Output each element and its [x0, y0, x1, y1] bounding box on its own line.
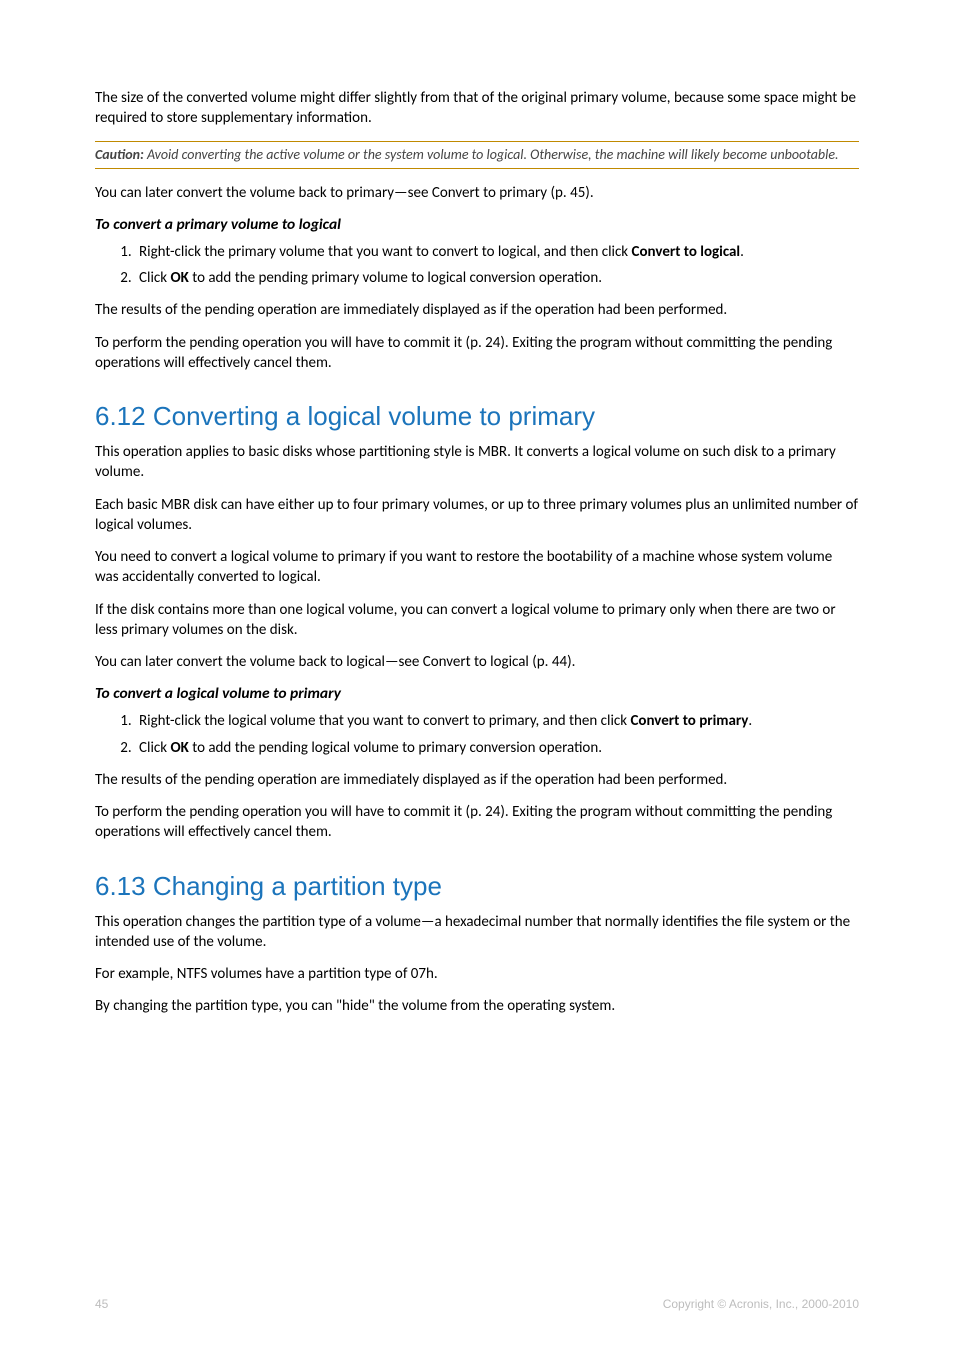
- step-text: Click: [139, 269, 170, 287]
- step-text-post: to add the pending logical volume to pri…: [189, 739, 602, 757]
- caution-body: Avoid converting the active volume or th…: [144, 146, 839, 163]
- results-paragraph-612: The results of the pending operation are…: [95, 770, 859, 790]
- step-bold: Convert to primary: [630, 712, 748, 730]
- step-text-post: to add the pending primary volume to log…: [189, 269, 602, 287]
- p-613-3: By changing the partition type, you can …: [95, 996, 859, 1016]
- after-caution-paragraph: You can later convert the volume back to…: [95, 183, 859, 203]
- list-item: Right-click the primary volume that you …: [135, 242, 859, 262]
- p-612-5: You can later convert the volume back to…: [95, 652, 859, 672]
- subhead-convert-logical-to-primary: To convert a logical volume to primary: [95, 684, 859, 705]
- step-bold: OK: [170, 739, 188, 757]
- subhead-convert-primary-to-logical: To convert a primary volume to logical: [95, 215, 859, 236]
- p-613-2: For example, NTFS volumes have a partiti…: [95, 964, 859, 984]
- caution-label: Caution:: [95, 146, 144, 163]
- step-bold: Convert to logical: [632, 243, 741, 261]
- section-title-612: 6.12 Converting a logical volume to prim…: [95, 401, 859, 432]
- steps-a: Right-click the primary volume that you …: [95, 242, 859, 289]
- p-612-2: Each basic MBR disk can have either up t…: [95, 495, 859, 536]
- caution-text: Caution: Avoid converting the active vol…: [95, 146, 859, 164]
- step-text: Click: [139, 739, 170, 757]
- p-612-4: If the disk contains more than one logic…: [95, 600, 859, 641]
- caution-box: Caution: Avoid converting the active vol…: [95, 141, 859, 169]
- step-text-post: .: [740, 243, 744, 261]
- intro-paragraph: The size of the converted volume might d…: [95, 88, 859, 129]
- results-paragraph-a: The results of the pending operation are…: [95, 300, 859, 320]
- page-footer: 45 Copyright © Acronis, Inc., 2000-2010: [95, 1297, 859, 1311]
- list-item: Click OK to add the pending logical volu…: [135, 738, 859, 758]
- step-text-post: .: [748, 712, 752, 730]
- p-612-3: You need to convert a logical volume to …: [95, 547, 859, 588]
- list-item: Right-click the logical volume that you …: [135, 711, 859, 731]
- step-bold: OK: [170, 269, 188, 287]
- copyright: Copyright © Acronis, Inc., 2000-2010: [663, 1297, 859, 1311]
- page-number: 45: [95, 1297, 108, 1311]
- steps-612: Right-click the logical volume that you …: [95, 711, 859, 758]
- page: The size of the converted volume might d…: [0, 0, 954, 1349]
- step-text: Right-click the logical volume that you …: [139, 712, 630, 730]
- commit-paragraph-a: To perform the pending operation you wil…: [95, 333, 859, 374]
- list-item: Click OK to add the pending primary volu…: [135, 268, 859, 288]
- step-text: Right-click the primary volume that you …: [139, 243, 632, 261]
- section-title-613: 6.13 Changing a partition type: [95, 871, 859, 902]
- p-613-1: This operation changes the partition typ…: [95, 912, 859, 953]
- commit-paragraph-612: To perform the pending operation you wil…: [95, 802, 859, 843]
- p-612-1: This operation applies to basic disks wh…: [95, 442, 859, 483]
